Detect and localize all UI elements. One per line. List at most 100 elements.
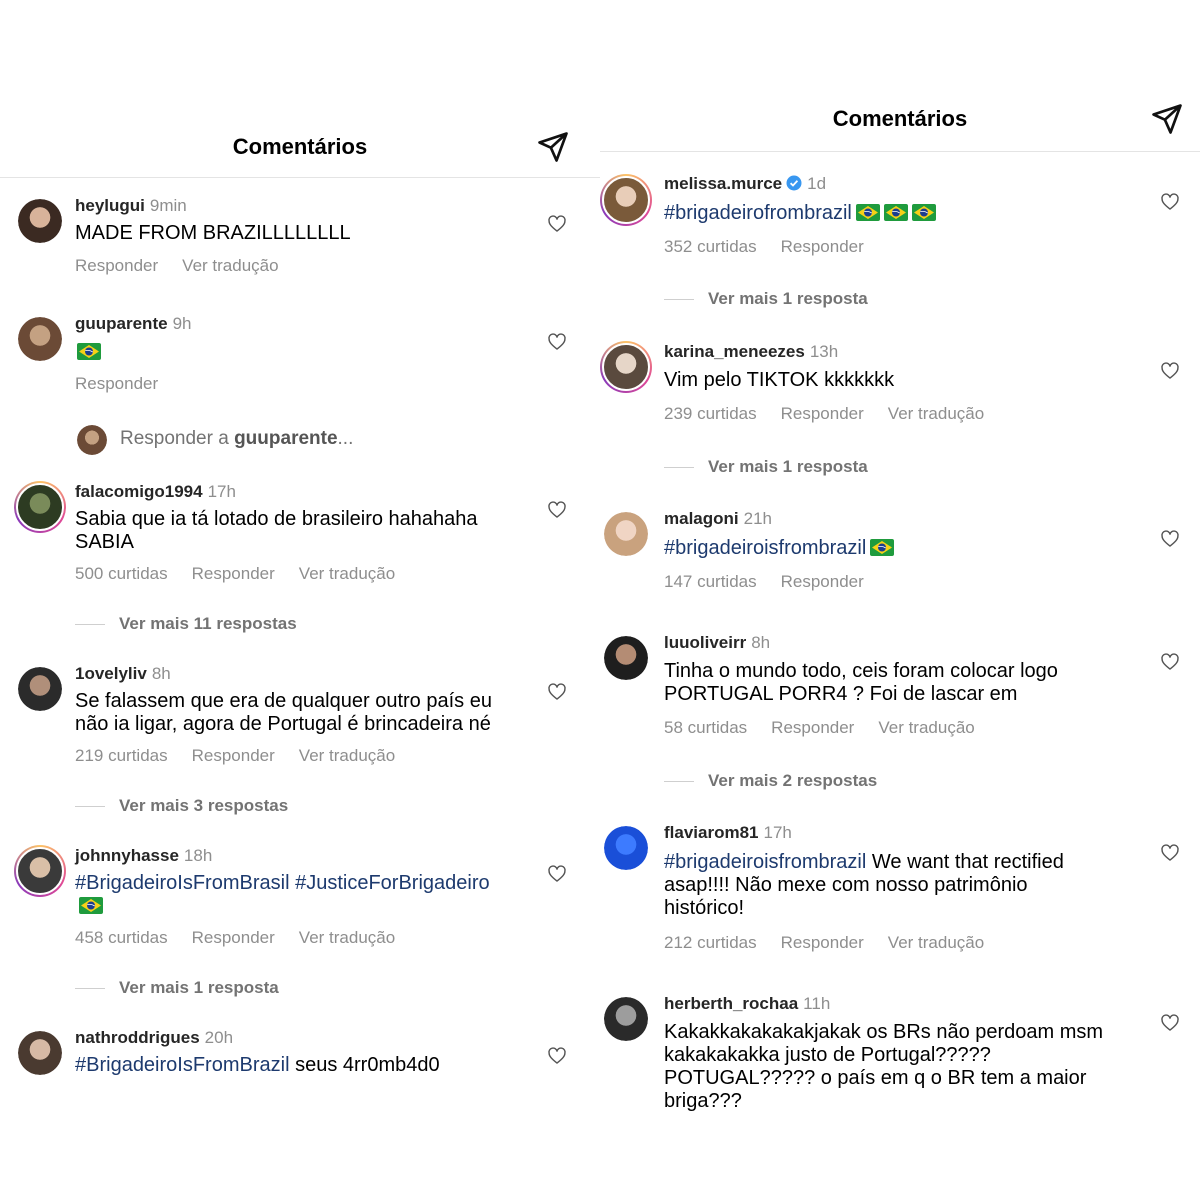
username-link[interactable]: luuoliveirr bbox=[664, 633, 746, 652]
view-more-replies-button[interactable]: Ver mais 1 resposta bbox=[664, 457, 868, 477]
username-link[interactable]: malagoni bbox=[664, 509, 739, 528]
translate-button[interactable]: Ver tradução bbox=[299, 928, 395, 947]
heart-icon[interactable] bbox=[547, 1046, 567, 1066]
comment-text-segment: Sabia que ia tá lotado de brasileiro hah… bbox=[75, 508, 478, 553]
reply-button[interactable]: Responder bbox=[75, 256, 158, 275]
reply-button[interactable]: Responder bbox=[192, 564, 275, 583]
view-more-replies-label: Ver mais 1 resposta bbox=[708, 289, 868, 308]
hashtag-link[interactable]: #BrigadeiroIsFromBrazil bbox=[75, 1054, 290, 1076]
view-more-replies-button[interactable]: Ver mais 11 respostas bbox=[75, 614, 297, 634]
reply-input[interactable]: Responder a guuparente... bbox=[120, 428, 353, 450]
likes-count[interactable]: 219 curtidas bbox=[75, 746, 168, 765]
heart-icon[interactable] bbox=[1160, 843, 1180, 863]
likes-count[interactable]: 58 curtidas bbox=[664, 718, 747, 737]
translate-button[interactable]: Ver tradução bbox=[878, 718, 974, 737]
avatar[interactable] bbox=[77, 425, 107, 455]
likes-count[interactable]: 239 curtidas bbox=[664, 404, 757, 423]
hashtag-link[interactable]: #brigadeirofrombrazil bbox=[664, 202, 852, 224]
likes-count[interactable]: 458 curtidas bbox=[75, 928, 168, 947]
username-link[interactable]: karina_meneezes bbox=[664, 342, 805, 361]
avatar[interactable] bbox=[14, 845, 66, 897]
likes-count[interactable]: 212 curtidas bbox=[664, 933, 757, 952]
header-divider bbox=[600, 151, 1200, 152]
username-link[interactable]: falacomigo1994 bbox=[75, 482, 203, 501]
heart-icon[interactable] bbox=[1160, 361, 1180, 381]
avatar[interactable] bbox=[604, 512, 648, 556]
send-icon[interactable] bbox=[1150, 102, 1184, 136]
hashtag-link[interactable]: #brigadeiroisfrombrazil bbox=[664, 851, 866, 873]
avatar[interactable] bbox=[18, 1031, 62, 1075]
reply-button[interactable]: Responder bbox=[781, 933, 864, 952]
view-more-replies-button[interactable]: Ver mais 3 respostas bbox=[75, 796, 288, 816]
heart-icon[interactable] bbox=[1160, 652, 1180, 672]
comment-text: #brigadeirofrombrazil bbox=[664, 202, 1134, 225]
heart-icon[interactable] bbox=[547, 214, 567, 234]
likes-count[interactable]: 352 curtidas bbox=[664, 237, 757, 256]
heart-icon[interactable] bbox=[1160, 529, 1180, 549]
translate-button[interactable]: Ver tradução bbox=[888, 933, 984, 952]
hashtag-link[interactable]: #BrigadeiroIsFromBrasil #JusticeForBriga… bbox=[75, 872, 490, 894]
avatar[interactable] bbox=[18, 199, 62, 243]
avatar[interactable] bbox=[18, 317, 62, 361]
timestamp: 20h bbox=[204, 1028, 234, 1047]
avatar[interactable] bbox=[600, 174, 652, 226]
avatar[interactable] bbox=[604, 636, 648, 680]
reply-button[interactable]: Responder bbox=[75, 374, 158, 393]
username-link[interactable]: heylugui bbox=[75, 196, 145, 215]
username-link[interactable]: flaviarom81 bbox=[664, 823, 759, 842]
view-more-replies-button[interactable]: Ver mais 2 respostas bbox=[664, 771, 877, 791]
avatar[interactable] bbox=[18, 667, 62, 711]
header-divider bbox=[0, 177, 600, 178]
translate-button[interactable]: Ver tradução bbox=[888, 404, 984, 423]
comment-actions: 147 curtidas Responder bbox=[664, 572, 888, 592]
reply-button[interactable]: Responder bbox=[781, 237, 864, 256]
comment-text: Se falassem que era de qualquer outro pa… bbox=[75, 690, 545, 736]
username-link[interactable]: guuparente bbox=[75, 314, 168, 333]
comment-text: #brigadeiroisfrombrazil bbox=[664, 537, 1134, 560]
send-icon[interactable] bbox=[536, 130, 570, 164]
comment-header: johnnyhasse 18h bbox=[75, 846, 212, 866]
view-more-replies-label: Ver mais 1 resposta bbox=[708, 457, 868, 476]
username-link[interactable]: melissa.murce bbox=[664, 174, 782, 193]
comment-text-segment: Kakakkakakakakjakak os BRs não perdoam m… bbox=[664, 1021, 1104, 1112]
reply-button[interactable]: Responder bbox=[192, 928, 275, 947]
reply-button[interactable]: Responder bbox=[192, 746, 275, 765]
heart-icon[interactable] bbox=[547, 500, 567, 520]
avatar[interactable] bbox=[604, 997, 648, 1041]
translate-button[interactable]: Ver tradução bbox=[299, 564, 395, 583]
replies-line bbox=[664, 781, 694, 783]
heart-icon[interactable] bbox=[547, 864, 567, 884]
page-title: Comentários bbox=[832, 106, 968, 131]
page-title: Comentários bbox=[232, 134, 368, 159]
view-more-replies-label: Ver mais 2 respostas bbox=[708, 771, 878, 790]
view-more-replies-button[interactable]: Ver mais 1 resposta bbox=[664, 289, 868, 309]
likes-count[interactable]: 147 curtidas bbox=[664, 572, 757, 591]
username-link[interactable]: 1ovelyliv bbox=[75, 664, 147, 683]
comment-actions: 500 curtidas Responder Ver tradução bbox=[75, 564, 419, 584]
comment-actions: 352 curtidas Responder bbox=[664, 237, 888, 257]
timestamp: 8h bbox=[751, 633, 771, 652]
heart-icon[interactable] bbox=[547, 332, 567, 352]
comment-text: #BrigadeiroIsFromBrasil #JusticeForBriga… bbox=[75, 872, 545, 918]
heart-icon[interactable] bbox=[1160, 1013, 1180, 1033]
likes-count[interactable]: 500 curtidas bbox=[75, 564, 168, 583]
heart-icon[interactable] bbox=[1160, 192, 1180, 212]
reply-button[interactable]: Responder bbox=[771, 718, 854, 737]
comment-text-segment: Tinha o mundo todo, ceis foram colocar l… bbox=[664, 660, 1058, 705]
timestamp: 18h bbox=[183, 846, 213, 865]
heart-icon[interactable] bbox=[547, 682, 567, 702]
translate-button[interactable]: Ver tradução bbox=[299, 746, 395, 765]
reply-button[interactable]: Responder bbox=[781, 404, 864, 423]
reply-suffix: ... bbox=[337, 428, 354, 449]
reply-button[interactable]: Responder bbox=[781, 572, 864, 591]
avatar[interactable] bbox=[600, 341, 652, 393]
avatar[interactable] bbox=[604, 826, 648, 870]
view-more-replies-button[interactable]: Ver mais 1 resposta bbox=[75, 978, 279, 998]
timestamp: 21h bbox=[743, 509, 772, 528]
avatar[interactable] bbox=[14, 481, 66, 533]
hashtag-link[interactable]: #brigadeiroisfrombrazil bbox=[664, 537, 866, 559]
username-link[interactable]: nathroddrigues bbox=[75, 1028, 200, 1047]
username-link[interactable]: johnnyhasse bbox=[75, 846, 179, 865]
translate-button[interactable]: Ver tradução bbox=[182, 256, 278, 275]
username-link[interactable]: herberth_rochaa bbox=[664, 994, 798, 1013]
